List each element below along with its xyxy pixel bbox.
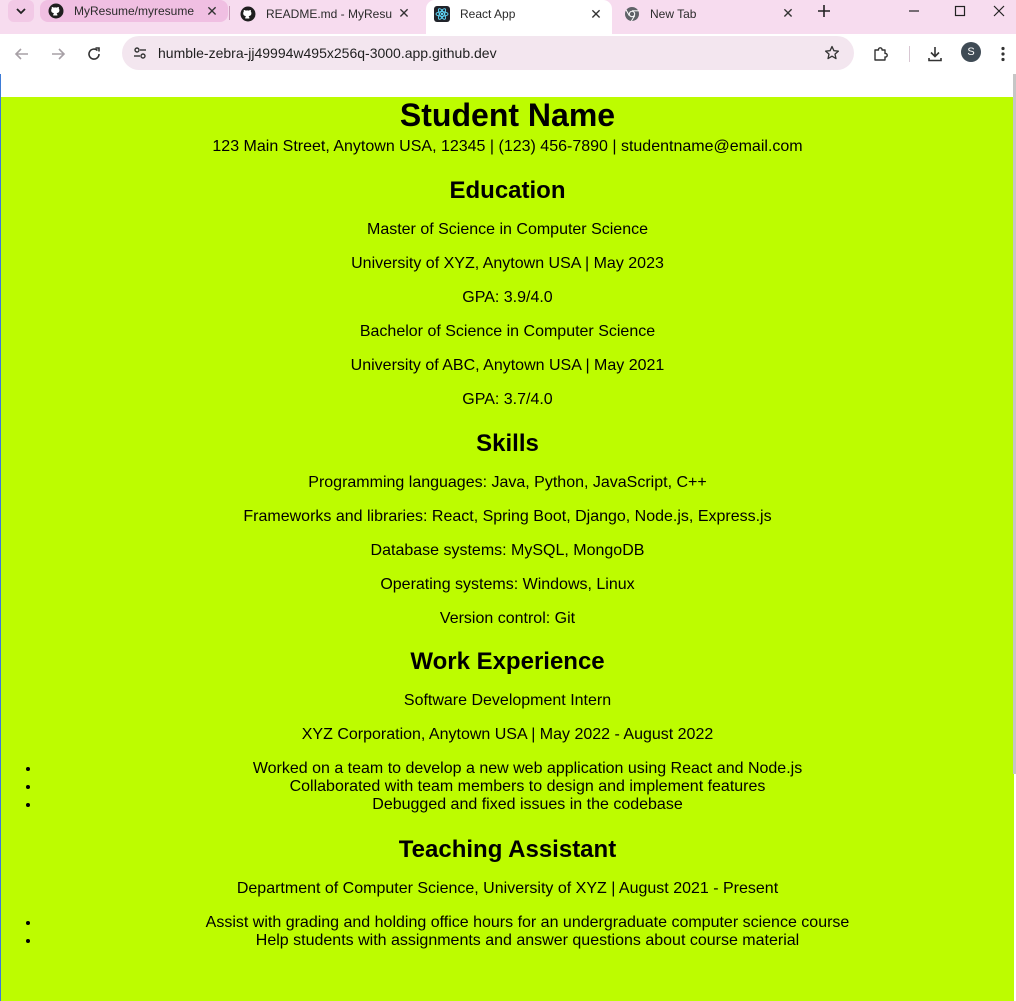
url-text[interactable]: humble-zebra-jj49994w495x256q-3000.app.g… [158,45,497,61]
reload-button[interactable] [80,40,108,68]
close-icon[interactable]: ✕ [588,6,604,23]
toolbar-divider [909,46,910,62]
tab-title: README.md - MyResu [266,6,393,21]
skills-line: Version control: Git [439,610,576,627]
browser-menu-button[interactable] [993,40,1013,68]
tab-title: MyResume/myresume [74,4,195,18]
github-icon [240,6,256,21]
list-item: Worked on a team to develop a new web ap… [41,760,1014,778]
skills-line: Database systems: MySQL, MongoDB [370,542,645,559]
tab-myresume[interactable]: MyResume/myresume ✕ [40,0,228,22]
github-icon [48,3,64,19]
plus-icon [818,5,830,17]
close-icon [993,5,1005,17]
downloads-button[interactable] [921,40,949,68]
page-viewport: Student Name 123 Main Street, Anytown US… [0,74,1016,1001]
page-top-margin [1,74,1016,97]
resume: Student Name 123 Main Street, Anytown US… [1,97,1014,1001]
skills-line: Frameworks and libraries: React, Spring … [243,508,772,525]
maximize-icon [954,5,966,17]
list-item: Debugged and fixed issues in the codebas… [41,796,1014,814]
minimize-button[interactable] [891,0,937,22]
education-line: GPA: 3.7/4.0 [462,391,553,408]
list-item: Assist with grading and holding office h… [41,914,1014,932]
skills-line: Programming languages: Java, Python, Jav… [308,474,707,491]
back-button[interactable] [8,40,36,68]
tab-separator [229,6,230,20]
close-window-button[interactable] [982,0,1016,22]
react-icon [434,6,450,22]
close-icon[interactable]: ✕ [204,3,220,20]
work-role: Software Development Intern [403,692,612,709]
puzzle-icon [874,47,888,61]
close-icon[interactable]: ✕ [780,5,796,22]
tab-search-button[interactable] [8,0,34,22]
education-line: Bachelor of Science in Computer Science [359,323,656,340]
back-arrow-icon [14,48,28,60]
site-settings-icon[interactable] [130,43,150,63]
work-bullets: Worked on a team to develop a new web ap… [1,760,1014,814]
skills-heading: Skills [476,430,539,457]
ta-company: Department of Computer Science, Universi… [236,880,779,897]
list-item: Collaborated with team members to design… [41,778,1014,796]
tab-new-tab[interactable]: New Tab ✕ [616,0,804,27]
contact-line: 123 Main Street, Anytown USA, 12345 | (1… [212,138,803,155]
forward-arrow-icon [52,48,66,60]
tab-readme[interactable]: README.md - MyResu ✕ [232,0,420,27]
resume-name: Student Name [399,97,616,133]
forward-button[interactable] [44,40,72,68]
profile-avatar[interactable]: S [961,42,981,62]
minimize-icon [909,10,919,12]
list-item: Help students with assignments and answe… [41,932,1014,950]
new-tab-button[interactable] [812,0,836,22]
browser-toolbar: humble-zebra-jj49994w495x256q-3000.app.g… [0,34,1016,74]
education-heading: Education [449,177,566,204]
download-icon [928,47,942,62]
tab-strip: MyResume/myresume ✕ README.md - MyResu ✕… [0,0,1016,34]
tab-react-app[interactable]: React App ✕ [426,0,612,34]
skills-line: Operating systems: Windows, Linux [380,576,635,593]
education-line: University of XYZ, Anytown USA | May 202… [351,255,664,272]
chevron-down-icon [16,8,26,15]
tab-title: New Tab [650,6,697,21]
extensions-button[interactable] [867,40,895,68]
work-heading: Work Experience [410,648,605,675]
education-line: GPA: 3.9/4.0 [462,289,553,306]
address-bar[interactable]: humble-zebra-jj49994w495x256q-3000.app.g… [122,36,854,70]
chrome-icon [625,6,639,21]
reload-icon [88,47,100,60]
work-company: XYZ Corporation, Anytown USA | May 2022 … [301,726,714,743]
close-icon[interactable]: ✕ [396,5,412,22]
bookmark-star-icon[interactable] [822,43,842,63]
ta-heading: Teaching Assistant [398,836,617,863]
maximize-button[interactable] [937,0,983,22]
ta-bullets: Assist with grading and holding office h… [1,914,1014,950]
education-line: Master of Science in Computer Science [366,221,648,238]
tab-title: React App [460,7,516,21]
kebab-menu-icon [1001,46,1005,62]
education-line: University of ABC, Anytown USA | May 202… [350,357,665,374]
